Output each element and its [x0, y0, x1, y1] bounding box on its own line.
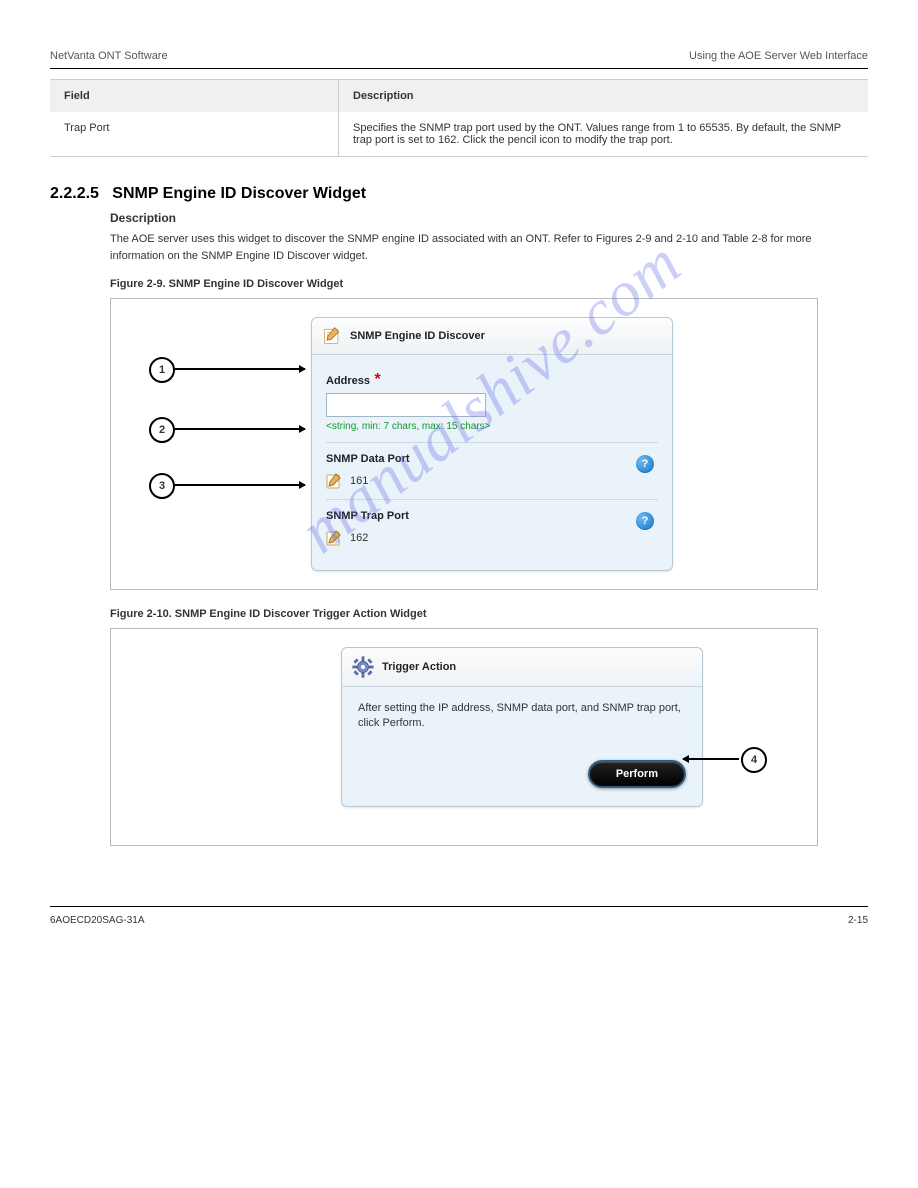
trigger-action-panel: Trigger Action After setting the IP addr…: [341, 647, 703, 807]
callout-2-arrow: [175, 428, 305, 430]
th-description: Description: [338, 80, 868, 112]
help-icon[interactable]: ?: [636, 512, 654, 530]
panel-header: SNMP Engine ID Discover: [312, 318, 672, 355]
trigger-panel-title: Trigger Action: [382, 661, 456, 673]
notepad-icon: [322, 326, 342, 346]
required-star: *: [374, 371, 380, 388]
callout-3-arrow: [175, 484, 305, 486]
address-input[interactable]: [326, 393, 486, 417]
panel-title: SNMP Engine ID Discover: [350, 330, 485, 342]
data-port-block: ? SNMP Data Port 161: [326, 443, 658, 500]
snmp-engine-id-panel: SNMP Engine ID Discover Address * <strin…: [311, 317, 673, 571]
table-row: Trap Port Specifies the SNMP trap port u…: [50, 112, 868, 156]
header-rule: [50, 68, 868, 69]
page-footer: 6AOECD20SAG-31A 2-15: [50, 906, 868, 926]
address-field-block: Address * <string, min: 7 chars, max: 15…: [326, 365, 658, 443]
data-port-label: SNMP Data Port: [326, 453, 410, 465]
help-icon[interactable]: ?: [636, 455, 654, 473]
figure-9-frame: 1 2 3 SNMP Engine ID Discover Address * …: [110, 298, 818, 590]
address-hint: <string, min: 7 chars, max: 15 chars>: [326, 421, 658, 432]
callout-3: 3: [149, 473, 175, 499]
trap-port-label: SNMP Trap Port: [326, 510, 409, 522]
perform-button[interactable]: Perform: [588, 760, 686, 788]
footer-left: 6AOECD20SAG-31A: [50, 915, 145, 926]
callout-1: 1: [149, 357, 175, 383]
edit-icon[interactable]: [326, 473, 342, 489]
panel-body: Address * <string, min: 7 chars, max: 15…: [312, 355, 672, 570]
figure-9-caption: Figure 2-9. SNMP Engine ID Discover Widg…: [110, 278, 868, 290]
trigger-panel-header: Trigger Action: [342, 648, 702, 687]
description-body: The AOE server uses this widget to disco…: [110, 231, 868, 264]
header-right: Using the AOE Server Web Interface: [689, 50, 868, 62]
trigger-body: After setting the IP address, SNMP data …: [342, 687, 702, 806]
figure-10-caption: Figure 2-10. SNMP Engine ID Discover Tri…: [110, 608, 868, 620]
callout-4: 4: [741, 747, 767, 773]
td-description: Specifies the SNMP trap port used by the…: [338, 112, 868, 156]
description-heading: Description: [110, 211, 868, 225]
footer-right: 2-15: [848, 915, 868, 926]
td-field: Trap Port: [50, 112, 338, 156]
figure-10-frame: Trigger Action After setting the IP addr…: [110, 628, 818, 846]
page-header: NetVanta ONT Software Using the AOE Serv…: [50, 50, 868, 68]
gear-icon: [352, 656, 374, 678]
trap-port-block: ? SNMP Trap Port 162: [326, 500, 658, 556]
section-number-title: 2.2.2.5 SNMP Engine ID Discover Widget: [50, 185, 868, 203]
th-field: Field: [50, 80, 338, 112]
header-left: NetVanta ONT Software: [50, 50, 168, 62]
table-header-row: Field Description: [50, 80, 868, 112]
data-port-value: 161: [350, 475, 368, 487]
trigger-text: After setting the IP address, SNMP data …: [358, 701, 686, 732]
callout-2: 2: [149, 417, 175, 443]
spec-table: Field Description Trap Port Specifies th…: [50, 79, 868, 157]
trap-port-value: 162: [350, 532, 368, 544]
callout-4-arrow: [683, 758, 739, 760]
address-label: Address: [326, 375, 370, 387]
edit-icon[interactable]: [326, 530, 342, 546]
callout-1-arrow: [175, 368, 305, 370]
